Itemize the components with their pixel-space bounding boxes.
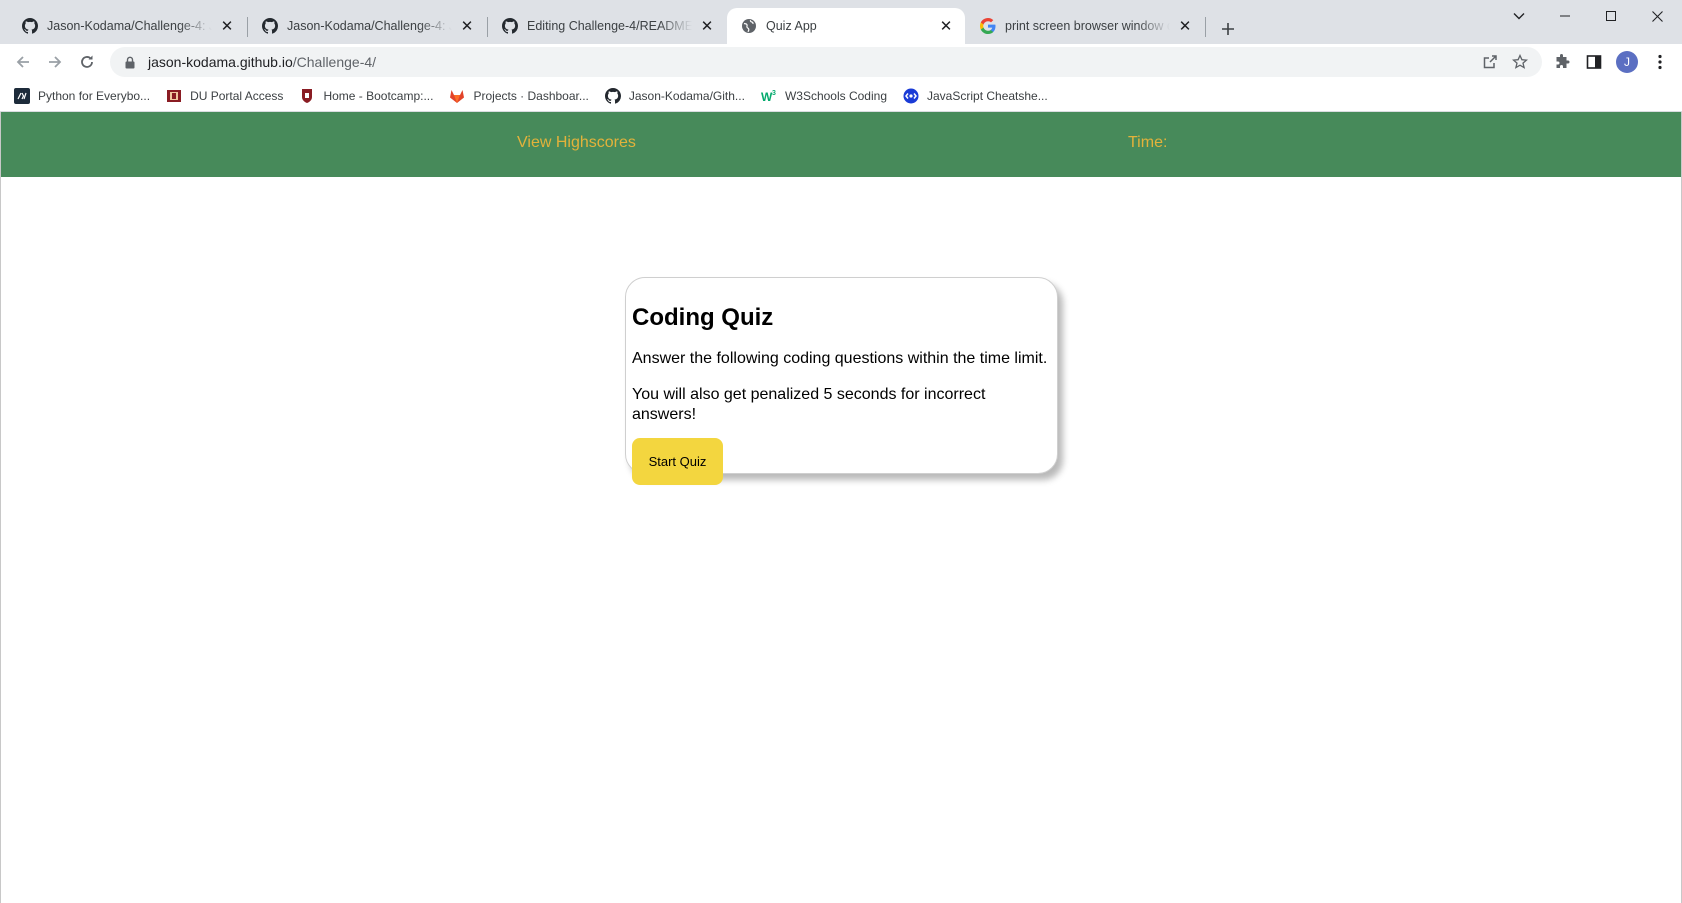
back-button[interactable] <box>9 48 37 76</box>
tab-title: Jason-Kodama/Challenge-4: JavaScript <box>287 19 452 33</box>
quiz-instructions: Answer the following coding questions wi… <box>632 350 1048 367</box>
timer-label: Time: <box>1128 134 1168 151</box>
minimize-icon <box>1560 15 1570 17</box>
cheatsheet-icon <box>903 88 919 104</box>
close-icon[interactable]: ✕ <box>1176 17 1194 35</box>
tab-separator <box>1205 17 1206 37</box>
lock-icon[interactable] <box>122 54 138 70</box>
close-icon[interactable]: ✕ <box>937 17 955 35</box>
tab-editing-readme[interactable]: Editing Challenge-4/README.md ✕ <box>488 8 726 44</box>
tab-title: Jason-Kodama/Challenge-4: JavaScript <box>47 19 212 33</box>
quiz-penalty-notice: You will also get penalized 5 seconds fo… <box>632 386 986 423</box>
github-icon <box>502 18 518 34</box>
start-quiz-button[interactable]: Start Quiz <box>632 438 723 485</box>
tab-quiz-app[interactable]: Quiz App ✕ <box>727 8 965 44</box>
share-icon[interactable] <box>1482 54 1498 70</box>
bookmark-label: Projects · Dashboar... <box>473 88 589 103</box>
bookmark-label: JavaScript Cheatshe... <box>927 88 1048 103</box>
google-icon <box>980 18 996 34</box>
bookmark-label: Python for Everybo... <box>38 88 151 103</box>
chevron-down-icon <box>1513 13 1525 20</box>
gitlab-icon <box>449 88 465 104</box>
tab-title: Editing Challenge-4/README.md <box>527 19 692 33</box>
view-highscores-link[interactable]: View Highscores <box>517 134 636 152</box>
site-header: View Highscores Time: <box>1 112 1681 177</box>
close-window-button[interactable] <box>1634 0 1680 32</box>
bookmark-star-icon[interactable] <box>1512 54 1528 70</box>
quiz-title: Coding Quiz <box>632 304 774 331</box>
w3schools-icon: W3 <box>761 88 777 104</box>
forward-button[interactable] <box>41 48 69 76</box>
more-menu-icon[interactable] <box>1650 52 1670 72</box>
url-text: jason-kodama.github.io/Challenge-4/ <box>148 54 376 70</box>
tab-google-search[interactable]: print screen browser window chrome ✕ <box>966 8 1204 44</box>
address-bar[interactable]: jason-kodama.github.io/Challenge-4/ <box>110 47 1542 77</box>
new-tab-button[interactable] <box>1214 15 1242 43</box>
bookmark-bootcamp-home[interactable]: Home - Bootcamp:... <box>299 88 433 104</box>
reload-icon <box>81 55 93 68</box>
bookmark-python-for-everybody[interactable]: Python for Everybo... <box>14 87 151 104</box>
github-icon <box>22 18 38 34</box>
du-icon <box>166 88 182 104</box>
bookmark-javascript-cheatsheet[interactable]: JavaScript Cheatshe... <box>903 88 1048 104</box>
url-path: /Challenge-4/ <box>292 54 377 70</box>
close-icon[interactable]: ✕ <box>698 17 716 35</box>
tab-title: Quiz App <box>766 19 817 33</box>
bootcamp-icon <box>299 88 315 104</box>
maximize-icon <box>1606 11 1616 21</box>
plus-icon <box>1222 23 1234 35</box>
bookmark-github-repo[interactable]: Jason-Kodama/Gith... <box>604 87 745 104</box>
tab-title: print screen browser window chrome <box>1005 19 1170 33</box>
tab-github-challenge-1[interactable]: Jason-Kodama/Challenge-4: JavaScript ✕ <box>8 8 246 44</box>
github-icon <box>262 18 278 34</box>
quiz-start-card: Coding Quiz Answer the following coding … <box>625 277 1058 485</box>
tab-strip: Jason-Kodama/Challenge-4: JavaScript ✕ J… <box>0 0 1682 44</box>
tab-search-button[interactable] <box>1496 0 1542 32</box>
page-viewport: View Highscores Time: Coding Quiz Answer… <box>0 112 1682 903</box>
bookmark-label: Home - Bootcamp:... <box>323 88 434 103</box>
close-icon[interactable]: ✕ <box>458 17 476 35</box>
avatar[interactable]: J <box>1616 51 1638 73</box>
browser-toolbar: jason-kodama.github.io/Challenge-4/ J <box>0 44 1682 80</box>
bookmark-label: DU Portal Access <box>190 88 284 103</box>
tab-github-challenge-2[interactable]: Jason-Kodama/Challenge-4: JavaScript ✕ <box>248 8 486 44</box>
github-icon <box>604 87 621 104</box>
back-arrow-icon <box>16 56 29 68</box>
py4e-icon <box>14 87 30 104</box>
svg-text:3: 3 <box>772 90 776 97</box>
extensions-icon[interactable] <box>1552 52 1572 72</box>
maximize-button[interactable] <box>1588 0 1634 32</box>
forward-arrow-icon <box>49 56 62 68</box>
bookmark-w3schools[interactable]: W3 W3Schools Coding <box>761 88 887 104</box>
bookmark-du-portal[interactable]: DU Portal Access <box>166 88 283 104</box>
bookmarks-bar: Python for Everybo... DU Portal Access H… <box>0 80 1682 112</box>
side-panel-icon[interactable] <box>1584 52 1604 72</box>
reload-button[interactable] <box>73 48 101 76</box>
globe-icon <box>741 18 757 34</box>
bookmark-label: W3Schools Coding <box>784 88 887 103</box>
bookmark-gitlab-projects[interactable]: Projects · Dashboar... <box>449 88 589 104</box>
bookmark-label: Jason-Kodama/Gith... <box>628 88 745 103</box>
close-icon <box>1651 10 1663 22</box>
minimize-button[interactable] <box>1542 0 1588 32</box>
url-host: jason-kodama.github.io <box>148 54 293 70</box>
close-icon[interactable]: ✕ <box>218 17 236 35</box>
